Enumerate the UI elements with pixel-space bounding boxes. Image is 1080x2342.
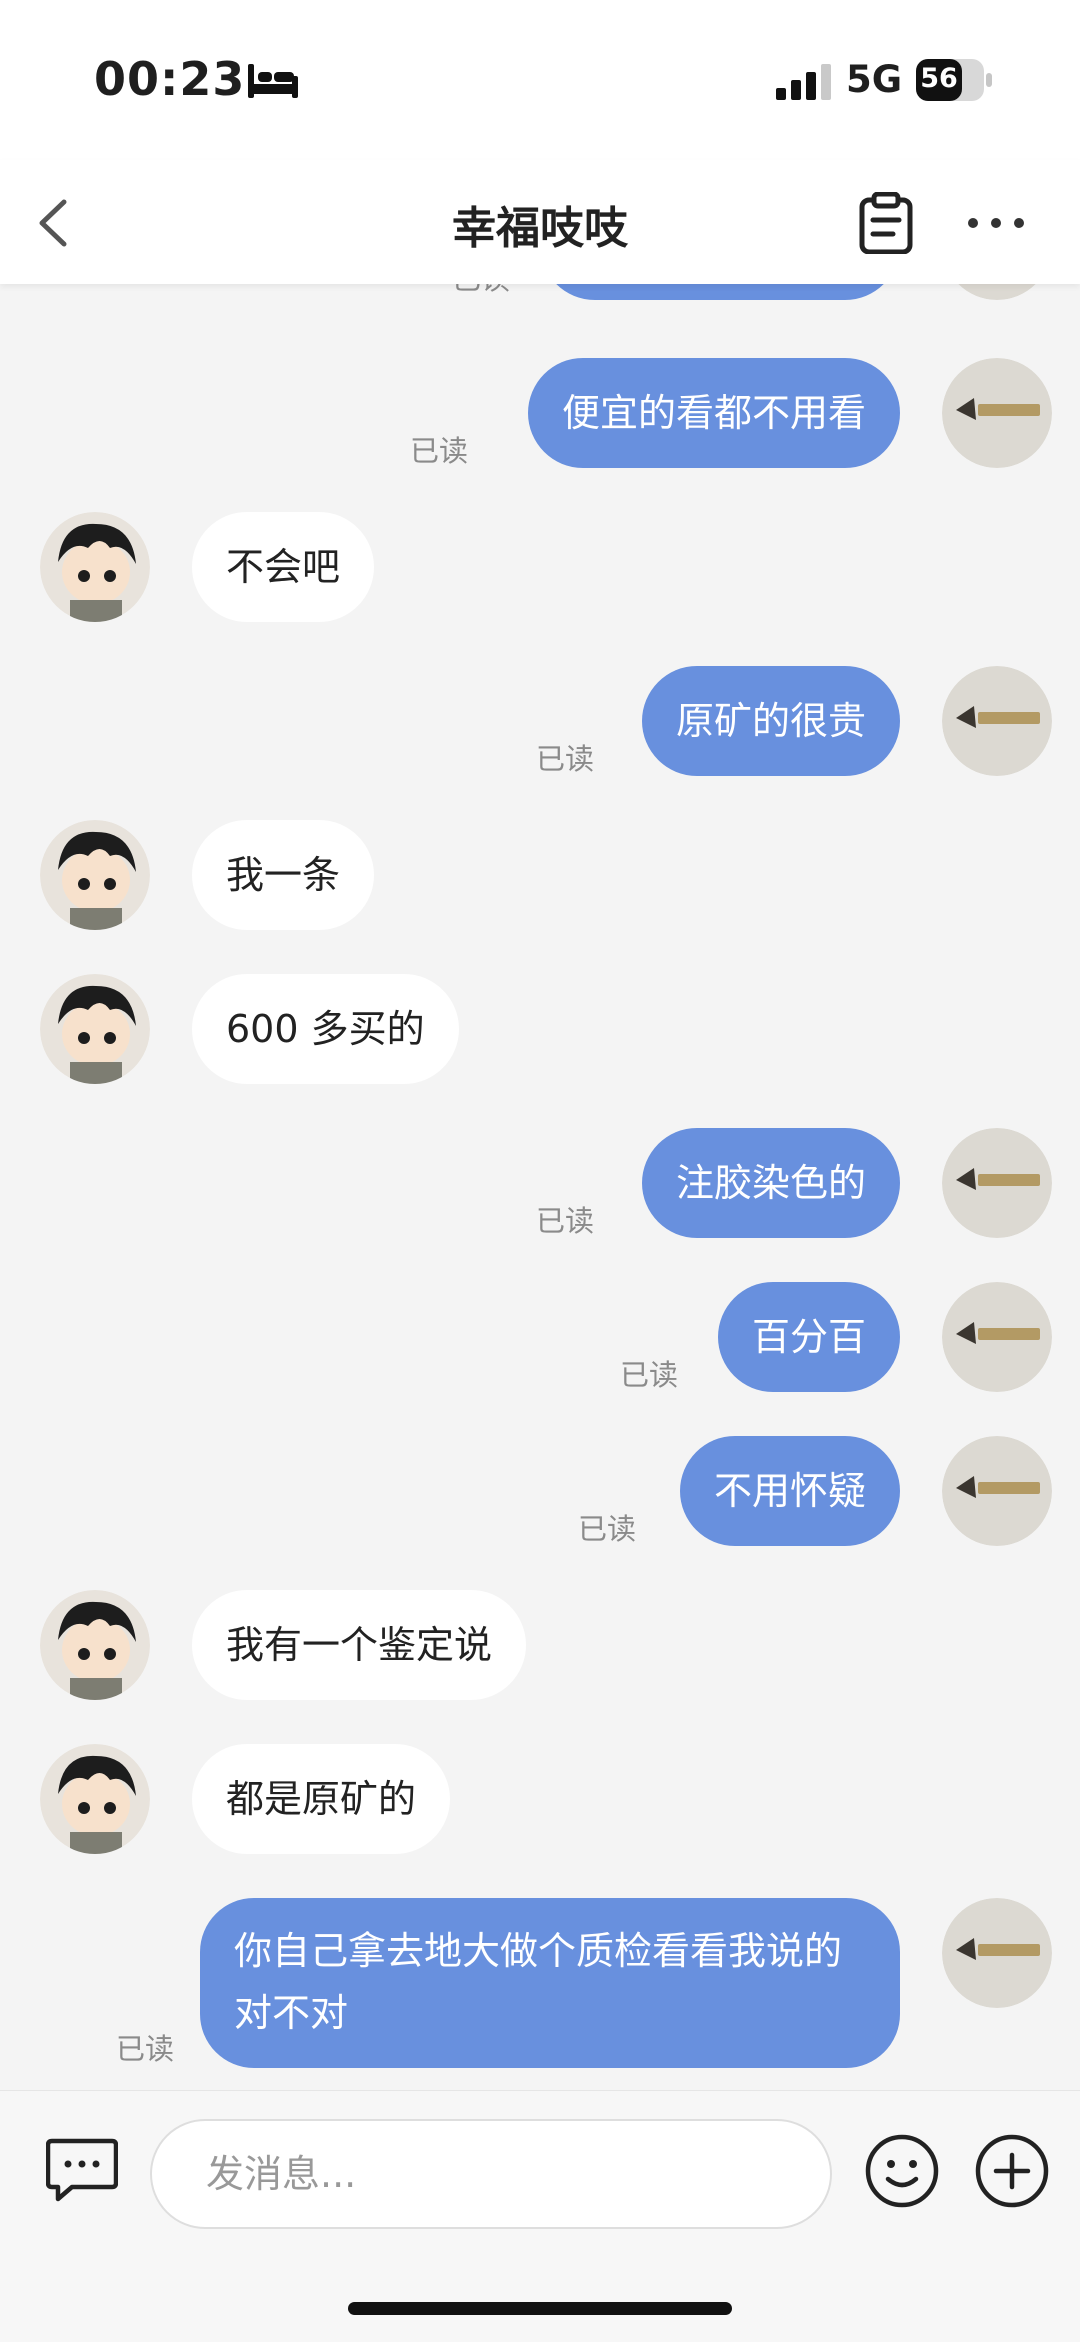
message-bubble[interactable]: 便宜的看都不用看 <box>527 358 900 468</box>
logo-avatar-icon <box>942 1128 1052 1238</box>
avatar[interactable] <box>942 666 1052 776</box>
home-indicator[interactable] <box>348 2302 732 2315</box>
logo-avatar-icon <box>942 358 1052 468</box>
plush-avatar-icon <box>40 974 150 1084</box>
emoji-icon[interactable] <box>864 2133 940 2209</box>
message-row: 不会吧 <box>0 512 1080 622</box>
message-row: 600 多买的 <box>0 974 1080 1084</box>
message-row: 已读 你自己拿去地大做个质检看看我说的对不对 <box>0 1898 1080 2068</box>
read-receipt: 已读 <box>452 284 510 298</box>
message-row: 已读 <box>0 284 1080 300</box>
read-receipt: 已读 <box>116 2032 175 2066</box>
chat-keyboard-icon[interactable] <box>46 2137 118 2203</box>
message-row: 已读 百分百 <box>0 1282 1080 1392</box>
plush-avatar-icon <box>40 1744 150 1854</box>
status-time: 00:23 <box>94 52 246 106</box>
avatar[interactable] <box>40 1744 150 1854</box>
message-bubble[interactable] <box>540 284 900 300</box>
sleep-mode-icon <box>248 64 298 98</box>
message-bubble[interactable]: 不用怀疑 <box>679 1436 900 1546</box>
message-bubble[interactable]: 我有一个鉴定说 <box>192 1590 527 1700</box>
logo-avatar-icon <box>942 1282 1052 1392</box>
message-input[interactable] <box>150 2119 832 2229</box>
clipboard-icon[interactable] <box>858 192 914 254</box>
message-bubble[interactable]: 600 多买的 <box>192 974 459 1084</box>
logo-avatar-icon <box>942 666 1052 776</box>
logo-avatar-icon <box>958 284 1036 300</box>
avatar[interactable] <box>942 1128 1052 1238</box>
avatar[interactable] <box>942 284 1052 300</box>
read-receipt: 已读 <box>620 1358 679 1392</box>
plush-avatar-icon <box>40 1590 150 1700</box>
chat-header: 幸福吱吱 <box>0 160 1080 284</box>
message-row: 都是原矿的 <box>0 1744 1080 1854</box>
message-row: 已读 原矿的很贵 <box>0 666 1080 776</box>
battery-level: 56 <box>920 63 958 94</box>
message-row: 我有一个鉴定说 <box>0 1590 1080 1700</box>
message-list[interactable]: 已读 已读 便宜的看都不用看 <box>0 284 1080 2090</box>
avatar[interactable] <box>40 1590 150 1700</box>
message-bubble[interactable]: 原矿的很贵 <box>641 666 900 776</box>
logo-avatar-icon <box>942 1436 1052 1546</box>
avatar[interactable] <box>942 358 1052 468</box>
message-bubble[interactable]: 注胶染色的 <box>641 1128 900 1238</box>
message-bubble[interactable]: 不会吧 <box>192 512 375 622</box>
message-row: 已读 便宜的看都不用看 <box>0 358 1080 468</box>
read-receipt: 已读 <box>578 1512 637 1546</box>
chat-title: 幸福吱吱 <box>452 203 628 254</box>
plus-icon[interactable] <box>974 2133 1050 2209</box>
message-row: 已读 不用怀疑 <box>0 1436 1080 1546</box>
plush-avatar-icon <box>40 820 150 930</box>
network-type: 5G <box>846 58 903 101</box>
more-dots-icon[interactable] <box>966 212 1026 234</box>
message-bubble[interactable]: 百分百 <box>717 1282 900 1392</box>
message-row: 已读 注胶染色的 <box>0 1128 1080 1238</box>
avatar[interactable] <box>942 1436 1052 1546</box>
avatar[interactable] <box>40 974 150 1084</box>
read-receipt: 已读 <box>410 434 469 468</box>
chevron-left-icon[interactable] <box>30 196 76 250</box>
logo-avatar-icon <box>942 1898 1052 2008</box>
read-receipt: 已读 <box>536 742 595 776</box>
message-bubble[interactable]: 都是原矿的 <box>192 1744 451 1854</box>
avatar[interactable] <box>942 1282 1052 1392</box>
message-row: 我一条 <box>0 820 1080 930</box>
avatar[interactable] <box>40 512 150 622</box>
signal-icon <box>776 64 831 100</box>
avatar[interactable] <box>40 820 150 930</box>
avatar[interactable] <box>942 1898 1052 2008</box>
message-bubble[interactable]: 你自己拿去地大做个质检看看我说的对不对 <box>200 1898 900 2068</box>
status-bar: 00:23 5G 56 <box>0 0 1080 160</box>
plush-avatar-icon <box>40 512 150 622</box>
read-receipt: 已读 <box>536 1204 595 1238</box>
message-bubble[interactable]: 我一条 <box>192 820 375 930</box>
